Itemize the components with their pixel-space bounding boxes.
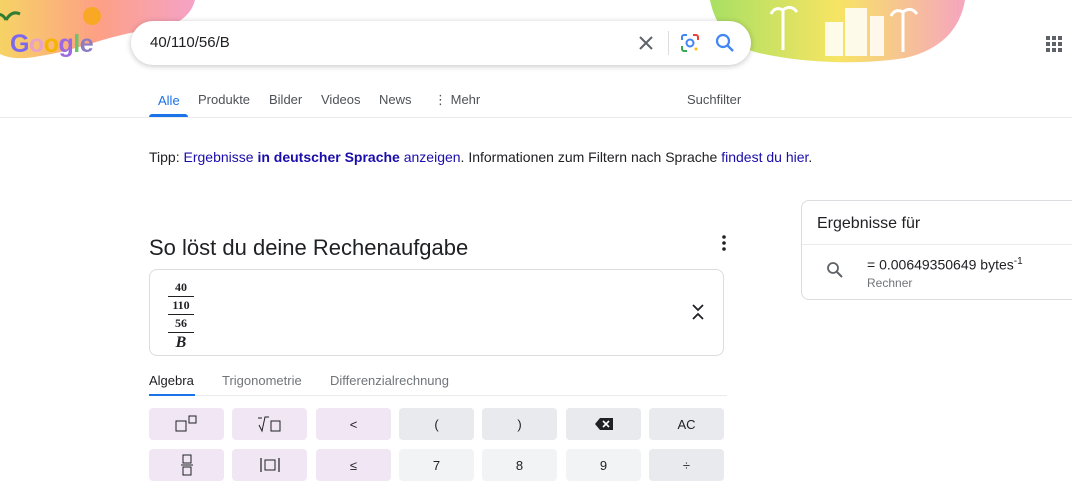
power-key[interactable] — [149, 408, 224, 440]
logo-letter: o — [28, 30, 44, 58]
close-icon[interactable] — [636, 33, 656, 53]
digit-7-key[interactable]: 7 — [399, 449, 474, 481]
language-tip: Tipp: Ergebnisse in deutscher Sprache an… — [149, 149, 812, 165]
digit-8-key[interactable]: 8 — [482, 449, 557, 481]
header: Google 40/110/56/B Alle Produkte Bilder — [0, 0, 1072, 118]
search-input[interactable]: 40/110/56/B — [150, 34, 230, 51]
less-equal-key[interactable]: ≤ — [316, 449, 391, 481]
calc-active-tab-indicator — [149, 394, 195, 396]
calculator-tabs: Algebra Trigonometrie Differenzialrechnu… — [149, 372, 727, 396]
tab-mehr-label: Mehr — [450, 92, 481, 107]
calculator-title: So löst du deine Rechenaufgabe — [149, 235, 469, 260]
search-divider — [668, 31, 669, 55]
open-paren-key[interactable]: ( — [399, 408, 474, 440]
close-paren-key[interactable]: ) — [482, 408, 557, 440]
fraction-key[interactable] — [149, 449, 224, 481]
panel-divider — [802, 244, 1072, 245]
expression-display[interactable]: 40 110 56 B — [149, 269, 724, 356]
more-vert-icon: ⋮ — [434, 92, 451, 107]
fraction-bar — [168, 296, 194, 297]
tab-alle[interactable]: Alle — [158, 93, 180, 108]
apps-grid-icon[interactable] — [1045, 35, 1063, 53]
expr-denominator-56: 56 — [175, 316, 187, 330]
search-box[interactable]: 40/110/56/B — [131, 21, 751, 65]
expression-fraction: 40 110 56 B — [168, 280, 194, 352]
clear-all-key[interactable]: AC — [649, 408, 724, 440]
absolute-key[interactable] — [232, 449, 307, 481]
more-options-icon[interactable] — [717, 234, 731, 252]
google-logo[interactable]: Google — [10, 30, 94, 59]
results-panel-title: Ergebnisse für — [817, 215, 921, 232]
tip-link-anzeigen[interactable]: anzeigen — [404, 149, 461, 165]
results-panel: Ergebnisse für = 0.00649350649 bytes-1 R… — [801, 200, 1072, 300]
expr-denominator-110: 110 — [172, 298, 190, 312]
tip-suffix: . — [808, 149, 813, 165]
search-icon — [827, 262, 843, 278]
logo-letter: G — [10, 30, 29, 58]
result-source: Rechner — [867, 276, 913, 290]
absolute-icon — [259, 458, 280, 472]
tip-link-sprache[interactable]: in deutscher Sprache — [257, 149, 399, 165]
tab-bilder[interactable]: Bilder — [269, 92, 302, 107]
less-than-key[interactable]: < — [316, 408, 391, 440]
tip-link-ergebnisse[interactable]: Ergebnisse — [184, 149, 254, 165]
digit-9-key[interactable]: 9 — [566, 449, 641, 481]
calculator-result[interactable]: = 0.00649350649 bytes-1 — [867, 256, 1023, 273]
logo-letter: o — [43, 30, 59, 58]
power-icon — [175, 415, 196, 432]
divide-key[interactable]: ÷ — [649, 449, 724, 481]
tab-produkte[interactable]: Produkte — [198, 92, 250, 107]
tip-prefix: Tipp: — [149, 149, 180, 165]
tab-news[interactable]: News — [379, 92, 412, 107]
active-tab-indicator — [149, 114, 188, 117]
fraction-bar — [168, 332, 194, 333]
fraction-icon — [180, 454, 193, 476]
suchfilter-button[interactable]: Suchfilter — [687, 92, 741, 107]
expr-numerator-40: 40 — [175, 280, 187, 294]
collapse-icon[interactable] — [690, 303, 706, 321]
expr-variable-b: B — [175, 334, 187, 351]
backspace-key[interactable] — [566, 408, 641, 440]
tip-link-hier[interactable]: findest du hier — [721, 149, 808, 165]
tab-differenzialrechnung[interactable]: Differenzialrechnung — [330, 373, 449, 388]
result-exponent: -1 — [1013, 256, 1023, 267]
fraction-bar — [168, 314, 194, 315]
root-key[interactable] — [232, 408, 307, 440]
tab-algebra[interactable]: Algebra — [149, 373, 194, 388]
tip-middle: . Informationen zum Filtern nach Sprache — [460, 149, 718, 165]
result-value: = 0.00649350649 bytes — [867, 256, 1014, 273]
tab-trigonometrie[interactable]: Trigonometrie — [222, 373, 302, 388]
root-icon — [257, 416, 280, 433]
tab-videos[interactable]: Videos — [321, 92, 361, 107]
logo-letter: e — [79, 30, 94, 58]
logo-letter: g — [58, 30, 74, 58]
camera-lens-icon[interactable] — [679, 32, 701, 54]
search-icon[interactable] — [714, 32, 736, 54]
tab-mehr[interactable]: ⋮ Mehr — [434, 92, 480, 108]
backspace-icon — [594, 418, 613, 430]
